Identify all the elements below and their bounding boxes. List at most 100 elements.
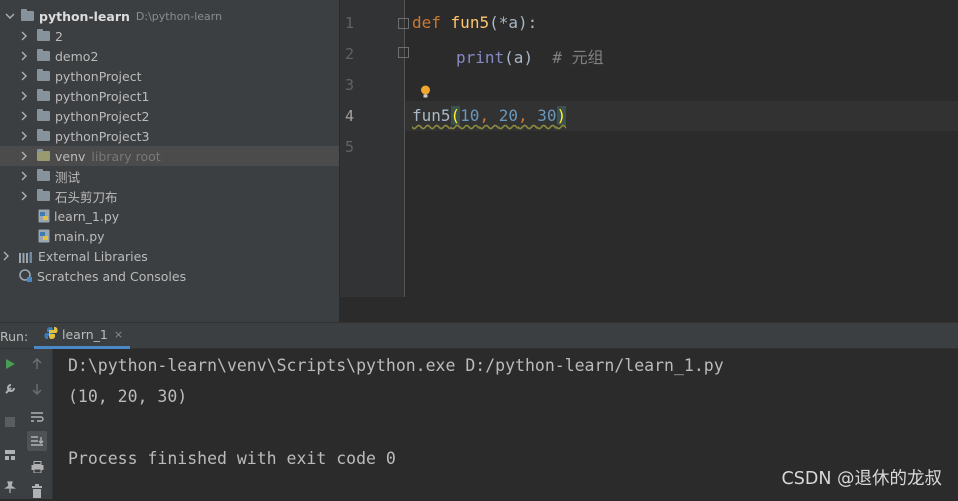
- tree-root-python-learn[interactable]: python-learn D:\python-learn: [0, 6, 339, 26]
- chevron-down-icon[interactable]: [5, 11, 15, 21]
- tree-item-label: venv: [55, 148, 86, 164]
- tree-item-label: 石头剪刀布: [55, 189, 118, 205]
- chevron-right-icon[interactable]: [19, 151, 29, 161]
- tree-item-label: learn_1.py: [54, 208, 120, 224]
- tree-item-venv[interactable]: venv library root: [0, 146, 339, 166]
- chevron-right-icon[interactable]: [19, 71, 29, 81]
- tree-item-label: main.py: [54, 228, 105, 244]
- console-command-line: D:\python-learn\venv\Scripts\python.exe …: [68, 356, 724, 375]
- tree-item-rock-paper-scissors[interactable]: 石头剪刀布: [0, 186, 339, 206]
- tree-item-label: pythonProject: [55, 68, 142, 84]
- tree-item-label: pythonProject2: [55, 108, 150, 124]
- pin-icon[interactable]: [0, 477, 20, 497]
- folder-icon: [37, 29, 50, 41]
- fold-icon[interactable]: [398, 18, 409, 29]
- layout-icon[interactable]: [0, 445, 20, 465]
- folder-icon: [37, 89, 50, 101]
- folder-icon: [37, 129, 50, 141]
- code-text: (a): [504, 48, 553, 67]
- scroll-to-end-icon[interactable]: [27, 431, 47, 451]
- close-icon[interactable]: ×: [114, 328, 123, 341]
- run-tool-header: Run: learn_1 ×: [0, 322, 958, 349]
- console-output-line: (10, 20, 30): [68, 387, 188, 406]
- folder-icon: [37, 169, 50, 181]
- python-file-icon: [38, 229, 50, 243]
- tree-item-ceshi[interactable]: 测试: [0, 166, 339, 186]
- tree-item-label: demo2: [55, 48, 99, 64]
- comma: ,: [517, 106, 538, 125]
- tree-item-main-py[interactable]: main.py: [0, 226, 339, 246]
- folder-icon: [37, 189, 50, 201]
- gutter-divider: [404, 0, 405, 297]
- chevron-right-icon[interactable]: [19, 111, 29, 121]
- trash-icon[interactable]: [27, 481, 47, 501]
- stop-icon[interactable]: [0, 412, 20, 432]
- tree-item-label: 测试: [55, 169, 81, 185]
- tree-item-pythonproject1[interactable]: pythonProject1: [0, 86, 339, 106]
- chevron-right-icon[interactable]: [19, 171, 29, 181]
- soft-wrap-icon[interactable]: [27, 407, 47, 427]
- code-comment: # 元组: [552, 48, 604, 67]
- chevron-right-icon[interactable]: [19, 51, 29, 61]
- python-icon: [44, 326, 58, 343]
- line-number: 2: [344, 45, 354, 63]
- down-arrow-icon[interactable]: [27, 379, 47, 399]
- line-number: 5: [344, 138, 354, 156]
- number-literal: 10: [460, 106, 480, 125]
- python-file-icon: [38, 209, 50, 223]
- tree-item-demo2[interactable]: demo2: [0, 46, 339, 66]
- chevron-right-icon[interactable]: [19, 91, 29, 101]
- run-label: Run:: [0, 329, 29, 344]
- tree-item-pythonproject3[interactable]: pythonProject3: [0, 126, 339, 146]
- up-arrow-icon[interactable]: [27, 354, 47, 374]
- rerun-icon[interactable]: [0, 354, 20, 374]
- run-tab-label: learn_1: [62, 327, 108, 342]
- line-number: 3: [344, 76, 354, 94]
- folder-icon: [37, 49, 50, 61]
- builtin-print: print: [456, 48, 505, 67]
- folder-icon: [37, 69, 50, 81]
- tree-item-pythonproject2[interactable]: pythonProject2: [0, 106, 339, 126]
- folder-icon: [37, 149, 50, 161]
- tree-item-label: pythonProject1: [55, 88, 150, 104]
- tree-item-scratches[interactable]: Scratches and Consoles: [0, 266, 339, 286]
- fold-end-icon[interactable]: [398, 47, 409, 58]
- tree-item-external-libraries[interactable]: External Libraries: [0, 246, 339, 266]
- code-editor[interactable]: 1 2 3 4 5 def fun5(*a): print(a) # 元组 fu…: [340, 0, 958, 322]
- code-line-4: fun5(10, 20, 30): [412, 106, 567, 125]
- code-line-2: print(a) # 元组: [456, 44, 604, 68]
- print-icon[interactable]: [27, 457, 47, 477]
- library-icon: [19, 251, 33, 263]
- keyword-def: def: [412, 13, 441, 32]
- folder-icon: [21, 9, 34, 21]
- comma: ,: [479, 106, 499, 125]
- function-name: fun5: [450, 13, 490, 32]
- folder-icon: [37, 109, 50, 121]
- tree-item-label: Scratches and Consoles: [37, 268, 187, 284]
- line-number: 1: [344, 14, 354, 32]
- chevron-right-icon[interactable]: [19, 131, 29, 141]
- tree-item-label: External Libraries: [38, 248, 148, 264]
- number-literal: 30: [537, 106, 557, 125]
- chevron-right-icon[interactable]: [1, 251, 11, 261]
- tree-item-learn-1-py[interactable]: learn_1.py: [0, 206, 339, 226]
- tree-item-2[interactable]: 2: [0, 26, 339, 46]
- lightbulb-icon[interactable]: [420, 84, 431, 103]
- run-toolbar: [0, 349, 52, 499]
- function-call: fun5: [412, 106, 451, 125]
- tree-root-path: D:\python-learn: [135, 9, 223, 23]
- project-tool-window: python-learn D:\python-learn 2 demo2 pyt…: [0, 0, 339, 322]
- tree-root-label: python-learn: [39, 8, 130, 24]
- number-literal: 20: [498, 106, 518, 125]
- scratches-icon: [19, 269, 33, 283]
- wrench-icon[interactable]: [0, 379, 20, 399]
- code-text: (*a):: [489, 13, 538, 32]
- library-root-hint: library root: [91, 148, 161, 164]
- console-exit-line: Process finished with exit code 0: [68, 449, 396, 468]
- chevron-right-icon[interactable]: [19, 31, 29, 41]
- line-number: 4: [344, 107, 354, 125]
- run-tab-learn-1[interactable]: learn_1 ×: [34, 323, 130, 349]
- chevron-right-icon[interactable]: [19, 191, 29, 201]
- tree-item-pythonproject[interactable]: pythonProject: [0, 66, 339, 86]
- tree-item-label: 2: [55, 28, 63, 44]
